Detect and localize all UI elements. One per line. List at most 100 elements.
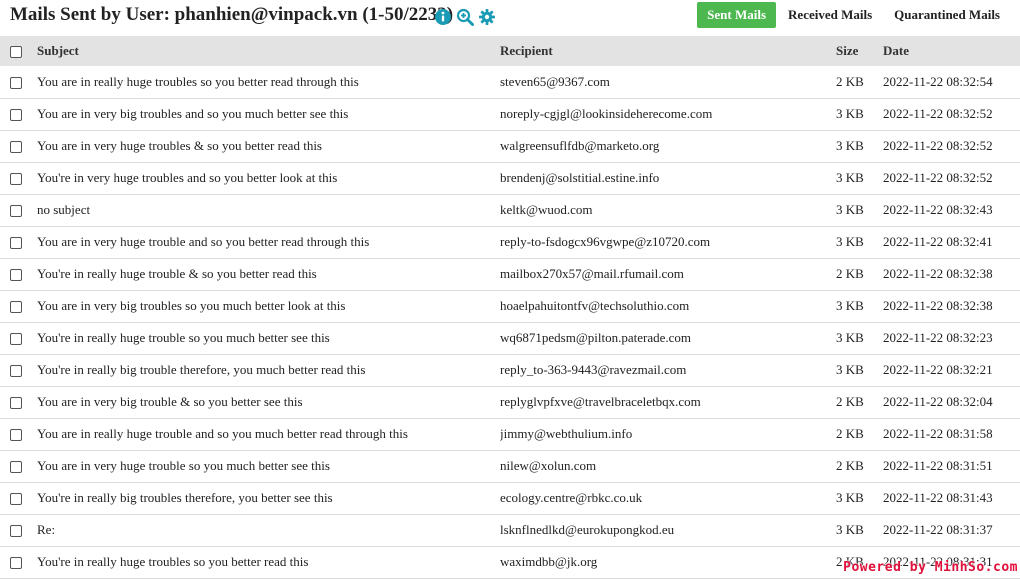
subject-cell[interactable]: You're in really big troubles therefore,… <box>37 482 500 514</box>
select-all-checkbox[interactable] <box>10 46 22 59</box>
row-checkbox[interactable] <box>10 205 22 218</box>
table-row[interactable]: You are in very big troubles and so you … <box>0 98 1020 130</box>
table-row[interactable]: You are in very huge troubles & so you b… <box>0 130 1020 162</box>
row-select-cell <box>0 226 37 258</box>
table-row[interactable]: You are in very huge trouble so you much… <box>0 450 1020 482</box>
row-select-cell <box>0 322 37 354</box>
subject-cell[interactable]: You're in really huge troubles so you be… <box>37 546 500 578</box>
recipient-cell: mailbox270x57@mail.rfumail.com <box>500 266 684 281</box>
row-checkbox[interactable] <box>10 76 22 89</box>
subject-cell[interactable]: You're in very huge troubles and so you … <box>37 162 500 194</box>
size-cell: 2 KB <box>836 394 864 409</box>
size-cell: 2 KB <box>836 458 864 473</box>
date-cell: 2022-11-22 08:32:52 <box>883 138 993 153</box>
recipient-cell: ecology.centre@rbkc.co.uk <box>500 490 643 505</box>
table-row[interactable]: You are in really huge troubles so you b… <box>0 66 1020 98</box>
info-icon[interactable] <box>434 8 452 26</box>
subject-cell[interactable]: You are in very big troubles so you much… <box>37 290 500 322</box>
row-checkbox[interactable] <box>10 109 22 122</box>
row-checkbox[interactable] <box>10 141 22 154</box>
row-checkbox[interactable] <box>10 461 22 474</box>
table-row[interactable]: You are in really huge trouble and so yo… <box>0 418 1020 450</box>
date-cell: 2022-11-22 08:32:52 <box>883 106 993 121</box>
row-select-cell <box>0 290 37 322</box>
row-checkbox[interactable] <box>10 525 22 538</box>
subject-cell[interactable]: You are in very huge trouble and so you … <box>37 226 500 258</box>
table-row[interactable]: You're in really huge trouble so you muc… <box>0 322 1020 354</box>
subject-cell[interactable]: You are in very huge trouble so you much… <box>37 450 500 482</box>
column-recipient[interactable]: Recipient <box>500 36 836 66</box>
table-row[interactable]: You're in really huge trouble & so you b… <box>0 258 1020 290</box>
tab-quarantined-mails[interactable]: Quarantined Mails <box>884 2 1010 28</box>
size-cell: 3 KB <box>836 298 864 313</box>
recipient-cell: nilew@xolun.com <box>500 458 597 473</box>
row-checkbox[interactable] <box>10 173 22 186</box>
row-select-cell <box>0 418 37 450</box>
size-cell: 2 KB <box>836 426 864 441</box>
row-checkbox[interactable] <box>10 269 22 282</box>
subject-cell[interactable]: no subject <box>37 194 500 226</box>
table-row[interactable]: Re: lsknflnedlkd@eurokupongkod.eu 3 KB 2022… <box>0 514 1020 546</box>
date-cell: 2022-11-22 08:32:52 <box>883 170 993 185</box>
subject-cell[interactable]: You're in really big trouble therefore, … <box>37 354 500 386</box>
subject-cell[interactable]: You are in very huge troubles & so you b… <box>37 130 500 162</box>
table-row[interactable]: no subject keltk@wuod.com 3 KB 2022-11-22 0… <box>0 194 1020 226</box>
table-row[interactable]: You are in very big trouble & so you bet… <box>0 386 1020 418</box>
row-select-cell <box>0 258 37 290</box>
recipient-cell: waximdbb@jk.org <box>500 554 598 569</box>
subject-cell[interactable]: Re: <box>37 514 500 546</box>
table-row[interactable]: You're in very huge troubles and so you … <box>0 162 1020 194</box>
row-checkbox[interactable] <box>10 365 22 378</box>
column-date[interactable]: Date <box>883 36 1020 66</box>
size-cell: 2 KB <box>836 73 864 89</box>
subject-cell[interactable]: You are in really huge trouble and so yo… <box>37 418 500 450</box>
mail-tabs: Sent Mails Received Mails Quarantined Ma… <box>695 2 1010 28</box>
subject-cell[interactable]: You're in really huge trouble & so you b… <box>37 258 500 290</box>
table-row[interactable]: You are in very huge trouble and so you … <box>0 226 1020 258</box>
row-select-cell <box>0 514 37 546</box>
header-icons <box>434 8 496 26</box>
date-cell: 2022-11-22 08:32:23 <box>883 330 993 345</box>
tab-received-mails[interactable]: Received Mails <box>778 2 882 28</box>
row-checkbox[interactable] <box>10 429 22 442</box>
column-size[interactable]: Size <box>836 36 883 66</box>
row-select-cell <box>0 546 37 578</box>
row-select-cell <box>0 130 37 162</box>
gear-icon[interactable] <box>478 8 496 26</box>
row-checkbox[interactable] <box>10 333 22 346</box>
size-cell: 3 KB <box>836 170 864 185</box>
subject-cell[interactable]: You're in really huge trouble so you muc… <box>37 322 500 354</box>
recipient-cell: walgreensuflfdb@marketo.org <box>500 138 660 153</box>
size-cell: 2 KB <box>836 266 864 281</box>
mail-table: Subject Recipient Size Date You are in r… <box>0 36 1020 579</box>
row-checkbox[interactable] <box>10 557 22 570</box>
row-checkbox[interactable] <box>10 237 22 250</box>
tab-sent-mails[interactable]: Sent Mails <box>697 2 777 28</box>
select-all-cell <box>0 36 37 66</box>
row-select-cell <box>0 450 37 482</box>
row-select-cell <box>0 354 37 386</box>
row-select-cell <box>0 194 37 226</box>
recipient-cell: reply_to-363-9443@ravezmail.com <box>500 362 687 377</box>
table-row[interactable]: You're in really big troubles therefore,… <box>0 482 1020 514</box>
recipient-cell: lsknflnedlkd@eurokupongkod.eu <box>500 522 675 537</box>
subject-cell[interactable]: You are in very big trouble & so you bet… <box>37 386 500 418</box>
table-row[interactable]: You're in really big trouble therefore, … <box>0 354 1020 386</box>
date-cell: 2022-11-22 08:32:21 <box>883 362 993 377</box>
date-cell: 2022-11-22 08:31:58 <box>883 426 993 441</box>
row-select-cell <box>0 386 37 418</box>
recipient-cell: wq6871pedsm@pilton.paterade.com <box>500 330 692 345</box>
zoom-in-icon[interactable] <box>456 8 474 26</box>
column-subject[interactable]: Subject <box>37 36 500 66</box>
subject-cell[interactable]: You are in really huge troubles so you b… <box>37 66 500 98</box>
subject-cell[interactable]: You are in very big troubles and so you … <box>37 98 500 130</box>
recipient-cell: keltk@wuod.com <box>500 202 593 217</box>
size-cell: 3 KB <box>836 234 864 249</box>
date-cell: 2022-11-22 08:31:51 <box>883 458 993 473</box>
row-checkbox[interactable] <box>10 493 22 506</box>
row-select-cell <box>0 66 37 98</box>
size-cell: 3 KB <box>836 202 864 217</box>
row-checkbox[interactable] <box>10 301 22 314</box>
table-row[interactable]: You are in very big troubles so you much… <box>0 290 1020 322</box>
row-checkbox[interactable] <box>10 397 22 410</box>
